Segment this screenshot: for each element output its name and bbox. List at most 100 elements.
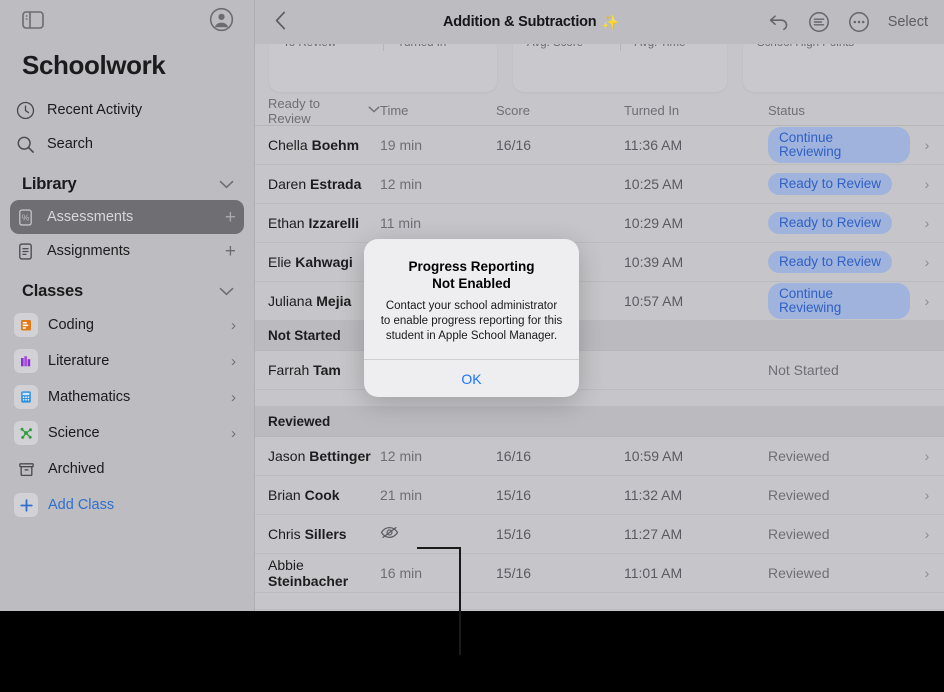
sidebar-topbar: [0, 0, 254, 44]
table-row[interactable]: Jason Bettinger 12 min 16/16 10:59 AM Re…: [255, 437, 944, 476]
table-row[interactable]: Daren Estrada 12 min 10:25 AM Ready to R…: [255, 165, 944, 204]
cell-time: [380, 525, 496, 543]
student-name: Chella Boehm: [268, 137, 380, 153]
chevron-right-icon: ›: [231, 316, 236, 334]
alert-body: Progress Reporting Not Enabled Contact y…: [364, 239, 579, 359]
student-first-name: Chris: [268, 526, 305, 542]
search-icon: [14, 133, 36, 155]
column-header-time[interactable]: Time: [380, 103, 496, 118]
chevron-right-icon: ›: [231, 388, 236, 406]
main-content: To Review Turned In Avg. Score Avg. Time…: [255, 0, 944, 611]
sidebar-item-literature[interactable]: Literature ›: [10, 343, 244, 379]
cell-time: 12 min: [380, 176, 423, 192]
eye-slash-icon[interactable]: [380, 525, 399, 540]
table-row[interactable]: Juliana Mejia 10:57 AM Continue Reviewin…: [255, 282, 944, 321]
table-row[interactable]: Elie Kahwagi 10:39 AM Ready to Review ›: [255, 243, 944, 282]
sparkles-icon: ✨: [601, 13, 619, 30]
add-assessment-icon[interactable]: +: [225, 208, 236, 227]
row-chevron-icon[interactable]: ›: [910, 448, 944, 464]
sidebar-item-label: Science: [48, 425, 100, 441]
student-first-name: Farrah: [268, 362, 314, 378]
row-chevron-icon[interactable]: ›: [910, 176, 944, 192]
row-chevron-icon[interactable]: ›: [910, 487, 944, 503]
chevron-down-icon[interactable]: [219, 177, 234, 192]
chevron-down-icon[interactable]: [368, 105, 380, 116]
column-header-name[interactable]: Ready to Review: [268, 96, 380, 126]
sidebar-group-library[interactable]: Library: [0, 161, 254, 200]
student-name: Abbie Steinbacher: [268, 557, 380, 589]
ellipsis-circle-icon[interactable]: [848, 11, 870, 33]
summary-card-review[interactable]: To Review Turned In: [269, 36, 497, 92]
sidebar-item-science[interactable]: Science ›: [10, 415, 244, 451]
cell-score: 16/16: [496, 448, 532, 464]
add-assignment-icon[interactable]: +: [225, 242, 236, 261]
status-badge[interactable]: Ready to Review: [768, 211, 893, 235]
sidebar-item-add-class[interactable]: Add Class: [10, 487, 244, 523]
sidebar-group-classes[interactable]: Classes: [0, 268, 254, 307]
chevron-down-icon[interactable]: [219, 284, 234, 299]
sidebar-item-assessments[interactable]: % Assessments +: [10, 200, 244, 234]
section-gap: [255, 390, 944, 407]
status-badge[interactable]: Ready to Review: [768, 250, 893, 274]
summary-card-averages[interactable]: Avg. Score Avg. Time: [513, 36, 727, 92]
progress-reporting-alert: Progress Reporting Not Enabled Contact y…: [364, 239, 579, 398]
summary-card-high-points[interactable]: School High Points: [743, 36, 944, 92]
status-badge[interactable]: Ready to Review: [768, 172, 893, 196]
sidebar-item-label: Literature: [48, 353, 110, 369]
table-row[interactable]: Brian Cook 21 min 15/16 11:32 AM Reviewe…: [255, 476, 944, 515]
student-name: Chris Sillers: [268, 526, 380, 542]
alert-ok-button[interactable]: OK: [364, 360, 579, 397]
sidebar-item-label: Assignments: [47, 243, 131, 259]
cell-score: 15/16: [496, 487, 532, 503]
sidebar-item-mathematics[interactable]: Mathematics ›: [10, 379, 244, 415]
student-first-name: Daren: [268, 176, 311, 192]
cell-time: 16 min: [380, 565, 423, 581]
student-first-name: Brian: [268, 487, 305, 503]
sidebar-item-recent-activity[interactable]: Recent Activity: [10, 93, 244, 127]
cell-status: Ready to Review: [768, 172, 910, 196]
svg-text:%: %: [21, 212, 29, 222]
table-row[interactable]: Chella Boehm 19 min 16/16 11:36 AM Conti…: [255, 126, 944, 165]
sidebar-group-title: Library: [22, 175, 77, 193]
cell-status: Reviewed: [768, 526, 830, 542]
row-chevron-icon[interactable]: ›: [910, 526, 944, 542]
table-row[interactable]: Chris Sillers 15/16 11:27 AM Reviewed ›: [255, 515, 944, 554]
row-chevron-icon[interactable]: ›: [910, 565, 944, 581]
row-chevron-icon[interactable]: ›: [910, 215, 944, 231]
cell-status: Ready to Review: [768, 250, 910, 274]
text-lines-circle-icon[interactable]: [808, 11, 830, 33]
sidebar-item-coding[interactable]: Coding ›: [10, 307, 244, 343]
chevron-right-icon: ›: [231, 424, 236, 442]
chevron-left-icon[interactable]: [267, 11, 294, 34]
column-header-status[interactable]: Status: [768, 103, 910, 118]
table-row[interactable]: Farrah Tam Not Started: [255, 351, 944, 390]
sidebar-item-archived[interactable]: Archived: [10, 451, 244, 487]
status-badge[interactable]: Continue Reviewing: [768, 127, 910, 163]
undo-arrow-icon[interactable]: [768, 13, 790, 31]
column-header-turned-in[interactable]: Turned In: [624, 103, 768, 118]
status-badge[interactable]: Continue Reviewing: [768, 283, 910, 319]
sidebar-item-label: Coding: [48, 317, 94, 333]
table-row[interactable]: Ethan Izzarelli 11 min 10:29 AM Ready to…: [255, 204, 944, 243]
plus-icon: [14, 493, 38, 517]
chevron-right-icon: ›: [231, 352, 236, 370]
row-chevron-icon[interactable]: ›: [910, 293, 944, 309]
select-button[interactable]: Select: [888, 14, 928, 30]
sidebar-toggle-icon[interactable]: [22, 10, 44, 34]
account-circle-icon[interactable]: [209, 7, 234, 37]
sidebar-item-search[interactable]: Search: [10, 127, 244, 161]
screenshot-root: Schoolwork Recent Activity Search Librar…: [0, 0, 944, 692]
cell-status: Reviewed: [768, 448, 830, 464]
cell-turned-in: 10:25 AM: [624, 176, 684, 192]
students-table: Ready to Review Time Score Turned In Sta…: [255, 96, 944, 611]
column-header-score[interactable]: Score: [496, 103, 624, 118]
row-chevron-icon[interactable]: ›: [910, 254, 944, 270]
sidebar-item-assignments[interactable]: Assignments +: [10, 234, 244, 268]
cell-turned-in: 11:01 AM: [624, 565, 683, 581]
table-row[interactable]: Abbie Steinbacher 16 min 15/16 11:01 AM …: [255, 554, 944, 593]
cell-turned-in: 10:39 AM: [624, 254, 684, 270]
cell-score: 15/16: [496, 526, 532, 542]
student-last-name: Steinbacher: [268, 573, 349, 589]
row-chevron-icon[interactable]: ›: [910, 137, 944, 153]
coding-icon: [14, 313, 38, 337]
